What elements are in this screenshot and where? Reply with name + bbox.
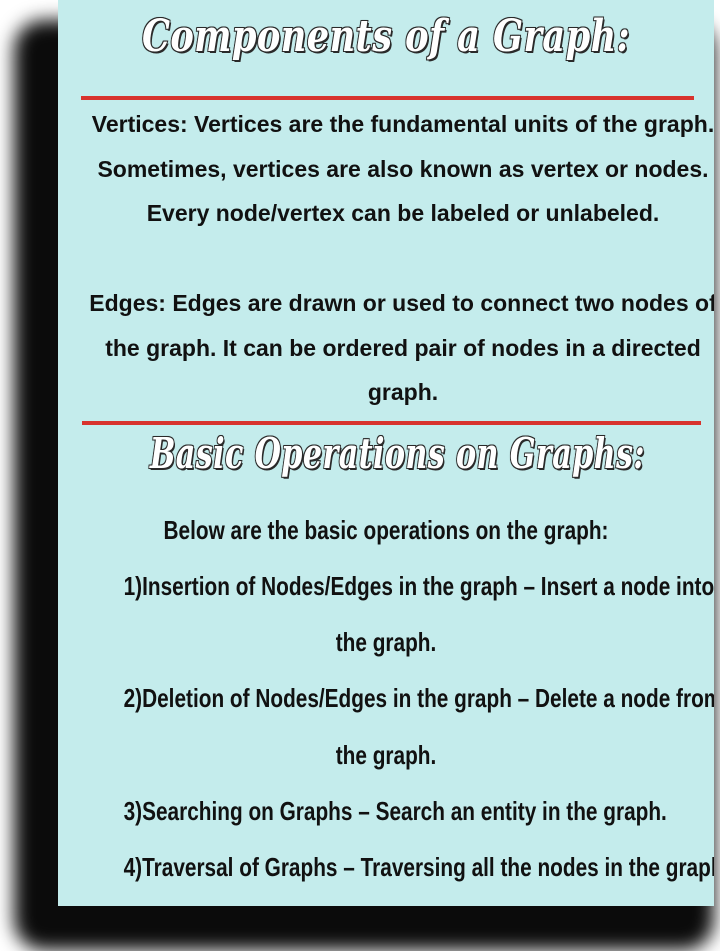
- operations-title: Basic Operations on Graphs:: [149, 428, 645, 479]
- operations-intro: Below are the basic operations on the gr…: [163, 515, 609, 545]
- operation-line: the graph.: [335, 627, 437, 657]
- edges-paragraph: Edges: Edges are drawn or used to connec…: [89, 290, 714, 405]
- vertices-paragraph: Vertices: Vertices are the fundamental u…: [91, 111, 714, 226]
- operation-line: 3)Searching on Graphs – Search an entity…: [123, 796, 667, 826]
- components-title: Components of a Graph:: [141, 10, 631, 63]
- operation-line: the graph.: [335, 740, 437, 770]
- info-card: Components of a Graph: Vertices: Vertice…: [58, 0, 714, 906]
- operation-line: 1)Insertion of Nodes/Edges in the graph …: [123, 571, 714, 601]
- operation-line: 2)Deletion of Nodes/Edges in the graph –…: [123, 683, 714, 713]
- operation-line: 4)Traversal of Graphs – Traversing all t…: [123, 852, 714, 882]
- red-divider-top: [81, 96, 694, 100]
